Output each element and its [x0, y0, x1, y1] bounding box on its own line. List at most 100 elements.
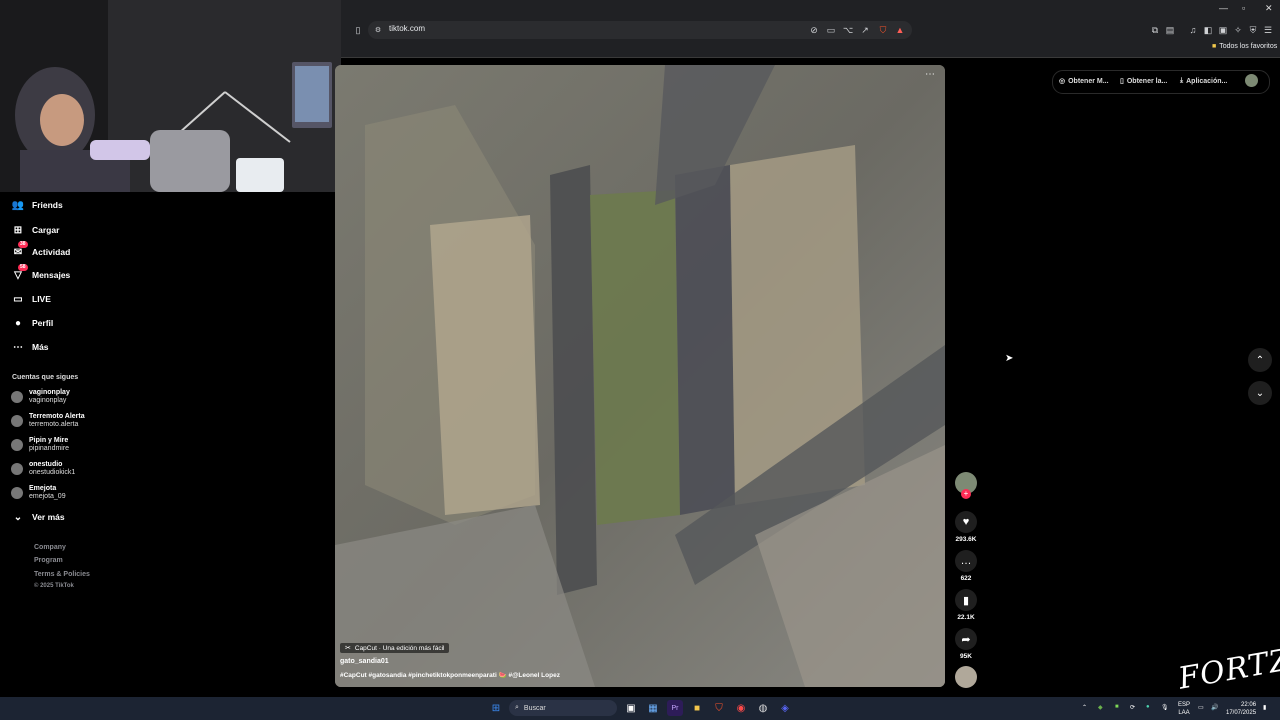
video-author[interactable]: gato_sandia01 [340, 658, 389, 665]
folder-icon: ■ [1212, 43, 1217, 50]
live-icon: ▭ [13, 293, 23, 305]
tray-nvidia-icon[interactable]: ■ [1115, 704, 1119, 710]
following-account[interactable]: Pipin y Mire pipinandmire [11, 437, 69, 453]
pc-app-button[interactable]: ⤓ Aplicación... [1180, 73, 1227, 89]
comment-icon: … [955, 550, 977, 572]
sidebar-item-label: Actividad [32, 247, 71, 257]
sidebar-item-live[interactable]: ▭ LIVE [12, 293, 51, 305]
all-bookmarks-button[interactable]: ■ Todos los favoritos [1212, 43, 1277, 50]
discord-icon[interactable]: ◈ [777, 700, 793, 716]
like-count: 293.6K [955, 536, 977, 543]
messages-icon: ▽ 58 [14, 264, 28, 281]
follow-plus-icon[interactable]: + [961, 489, 971, 499]
volume-icon[interactable]: 🔊 [1211, 704, 1218, 711]
app-red-icon[interactable]: ◉ [733, 700, 749, 716]
chevron-up-icon: ⌃ [1255, 354, 1265, 366]
following-account[interactable]: Terremoto Alerta terremoto.alerta [11, 413, 85, 429]
windows-start-icon[interactable]: ⊞ [488, 700, 504, 716]
get-app-label: Obtener la... [1126, 77, 1168, 85]
video-caption[interactable]: #CapCut #gatosandia #pinchetiktokponmeen… [340, 671, 560, 679]
phone-icon: ▯ [1120, 78, 1124, 85]
sidebar-item-label: Más [32, 342, 49, 352]
translate-icon[interactable]: ⌥ [842, 24, 854, 36]
share-count: 95K [960, 653, 972, 660]
music-disc-button[interactable] [954, 666, 978, 688]
extensions-icon[interactable]: ⧉ [1149, 24, 1161, 36]
windows-taskbar [0, 697, 1280, 720]
brave-rewards-icon[interactable]: ▲ [894, 23, 906, 37]
upload-icon: ⊞ [13, 224, 23, 236]
following-account[interactable]: Emejota emejota_09 [11, 485, 66, 501]
comment-button[interactable]: … 622 [954, 550, 978, 582]
taskbar-search[interactable]: ⌕ Buscar [509, 700, 617, 716]
notifications-icon[interactable]: ▮ [1263, 704, 1266, 711]
sidebar-item-cargar[interactable]: ⊞ Cargar [12, 224, 60, 236]
language-indicator[interactable]: ESP LAA [1178, 701, 1190, 717]
like-button[interactable]: ♥ 293.6K [954, 511, 978, 543]
obs-icon[interactable]: ◍ [755, 700, 771, 716]
footer-program-link[interactable]: Program [34, 557, 63, 564]
see-more-button[interactable]: ⌄ Ver más [12, 511, 65, 523]
tray-app-icon[interactable]: ◆ [1098, 704, 1103, 711]
creator-avatar-button[interactable]: + [954, 472, 978, 499]
footer-company-link[interactable]: Company [34, 544, 66, 551]
media-icon[interactable]: ♫ [1187, 24, 1199, 36]
brave-shield-icon[interactable]: ⛉ [877, 23, 889, 37]
video-player[interactable]: ⋯ ✂ CapCut · Una edición más fácil gato_… [335, 65, 945, 687]
mouse-cursor-icon: ➤ [1005, 353, 1014, 364]
user-avatar[interactable] [1245, 74, 1258, 87]
get-coins-label: Obtener M... [1068, 77, 1109, 85]
reader-icon[interactable]: ▤ [1164, 24, 1176, 36]
sidebar-item-mensajes[interactable]: ▽ 58 Mensajes [12, 264, 70, 281]
task-view-icon[interactable]: ▣ [623, 700, 639, 716]
tray-mic-icon[interactable]: 🎙 [1161, 704, 1169, 711]
store-icon[interactable]: ▦ [645, 700, 661, 716]
menu-icon[interactable]: ☰ [1262, 24, 1274, 36]
brave-taskbar-icon[interactable]: ⛉ [711, 700, 727, 716]
maximize-icon[interactable]: ▫ [1242, 3, 1245, 13]
network-icon[interactable]: ▭ [1198, 704, 1204, 711]
vpn-icon[interactable]: ⛨ [1247, 24, 1259, 36]
sidebar-item-perfil[interactable]: ● Perfil [12, 317, 53, 329]
cast-icon[interactable]: ▭ [825, 24, 837, 36]
sidebar-item-ms[interactable]: ⋯ Más [12, 341, 49, 353]
see-more-label: Ver más [32, 512, 65, 522]
clock[interactable]: 22:06 17/07/2025 [1226, 701, 1256, 717]
previous-video-button[interactable]: ⌃ [1248, 348, 1272, 372]
sidebar-toggle-icon[interactable]: ◧ [1202, 24, 1214, 36]
close-icon[interactable]: ✕ [1265, 3, 1273, 14]
get-coins-button[interactable]: ◎ Obtener M... [1059, 73, 1109, 89]
get-app-button[interactable]: ▯ Obtener la... [1120, 73, 1167, 89]
bookmark-icon[interactable]: ▯ [352, 23, 364, 37]
premiere-icon[interactable]: Pr [667, 700, 683, 716]
following-account[interactable]: vaginonplay vaginonplay [11, 389, 70, 405]
wallet-icon[interactable]: ▣ [1217, 24, 1229, 36]
file-explorer-icon[interactable]: ■ [689, 700, 705, 716]
minimize-icon[interactable]: — [1219, 3, 1228, 13]
account-avatar [11, 439, 23, 451]
following-account[interactable]: onestudio onestudiokick1 [11, 461, 75, 477]
video-more-icon[interactable]: ⋯ [925, 69, 935, 80]
next-video-button[interactable]: ⌄ [1248, 381, 1272, 405]
share-page-icon[interactable]: ↗ [859, 24, 871, 36]
pc-app-label: Aplicación... [1186, 77, 1228, 85]
browser-titlebar [341, 0, 1280, 20]
footer-terms-link[interactable]: Terms & Policies [34, 571, 90, 578]
share-button[interactable]: ➦ 95K [954, 628, 978, 660]
account-avatar [11, 415, 23, 427]
tray-overflow-icon[interactable]: ⌃ [1082, 704, 1087, 711]
site-info-icon[interactable]: ⚙ [373, 24, 383, 36]
friends-icon: 👥 [11, 199, 25, 211]
account-handle: vaginonplay [29, 397, 67, 404]
account-name: Terremoto Alerta [29, 413, 85, 420]
no-tracking-icon[interactable]: ⊘ [808, 24, 820, 36]
sidebar-item-label: Cargar [32, 225, 60, 235]
tray-sync-icon[interactable]: ⟳ [1130, 704, 1135, 711]
leo-ai-icon[interactable]: ✧ [1232, 24, 1244, 36]
save-button[interactable]: ▮ 22.1K [954, 589, 978, 621]
account-handle: emejota_09 [29, 493, 66, 500]
sidebar-item-friends[interactable]: 👥 Friends [12, 199, 63, 211]
tray-green-icon[interactable]: ● [1146, 704, 1150, 710]
capcut-tag[interactable]: ✂ CapCut · Una edición más fácil [340, 643, 450, 653]
sidebar-item-actividad[interactable]: ✉ 38 Actividad [12, 241, 71, 258]
